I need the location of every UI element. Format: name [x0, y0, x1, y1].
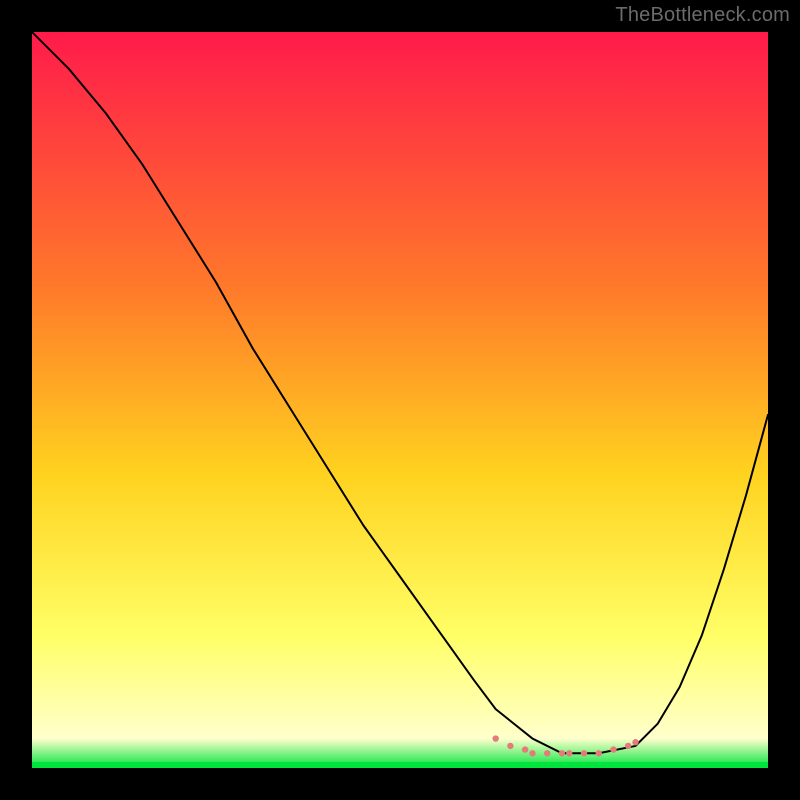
chart-background — [32, 32, 768, 768]
chart-plot — [32, 32, 768, 768]
chart-baseline — [32, 762, 768, 768]
chart-stage: TheBottleneck.com — [0, 0, 800, 800]
watermark-text: TheBottleneck.com — [615, 4, 790, 27]
chart-svg — [32, 32, 768, 768]
